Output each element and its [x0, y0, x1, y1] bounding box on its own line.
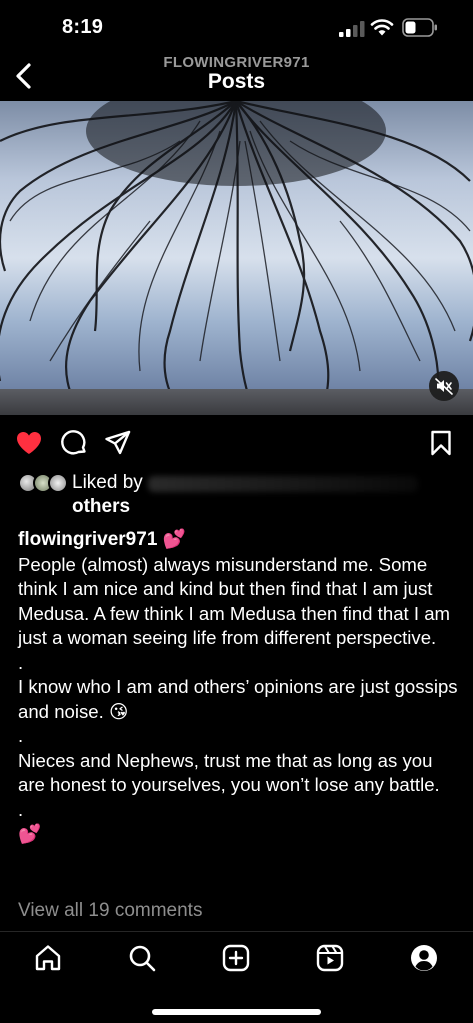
create-icon[interactable] — [220, 942, 252, 974]
bookmark-icon[interactable] — [426, 428, 456, 458]
battery-icon — [402, 18, 437, 37]
share-icon[interactable] — [103, 428, 133, 458]
reels-icon[interactable] — [314, 942, 346, 974]
nav-header: FLOWINGRIVER971 Posts — [0, 54, 473, 100]
caption-closing-emoji: 💕 — [18, 823, 42, 844]
ground-strip — [0, 389, 473, 415]
header-username: FLOWINGRIVER971 — [163, 54, 310, 71]
post-actions — [0, 424, 473, 464]
caption-separator: . — [18, 798, 24, 820]
post-photo — [0, 101, 473, 402]
username-emoji: 💕 — [162, 528, 186, 549]
avatar — [48, 473, 68, 493]
signal-icon — [339, 21, 365, 37]
wifi-icon — [370, 19, 394, 36]
liker-avatars — [18, 473, 70, 495]
muted-speaker-icon[interactable] — [429, 371, 459, 401]
profile-icon[interactable] — [408, 942, 440, 974]
post-media[interactable] — [0, 101, 473, 415]
likes-summary[interactable]: Liked by others — [18, 470, 458, 520]
home-indicator — [152, 1009, 321, 1015]
page-title: Posts — [207, 70, 266, 93]
status-time: 8:19 — [62, 16, 104, 38]
view-comments-link[interactable]: View all 19 comments — [18, 900, 202, 922]
comment-icon[interactable] — [59, 428, 89, 458]
status-bar: 8:19 — [0, 0, 473, 54]
caption-paragraph: People (almost) always misunderstand me.… — [18, 553, 451, 649]
caption-username[interactable]: flowingriver971 — [18, 529, 157, 550]
heart-icon[interactable] — [14, 428, 44, 458]
liked-by-label: Liked by — [72, 472, 143, 493]
caption-separator: . — [18, 651, 24, 673]
caption-paragraph: I know who I am and others’ opinions are… — [18, 676, 458, 722]
caption-separator: . — [18, 725, 24, 746]
home-icon[interactable] — [32, 942, 64, 974]
caption-paragraph: Nieces and Nephews, trust me that as lon… — [18, 749, 440, 796]
search-icon[interactable] — [126, 942, 158, 974]
others-label[interactable]: others — [72, 496, 130, 518]
post-caption: flowingriver971 💕 People (almost) always… — [18, 527, 458, 847]
blurred-liker-name — [148, 476, 418, 492]
